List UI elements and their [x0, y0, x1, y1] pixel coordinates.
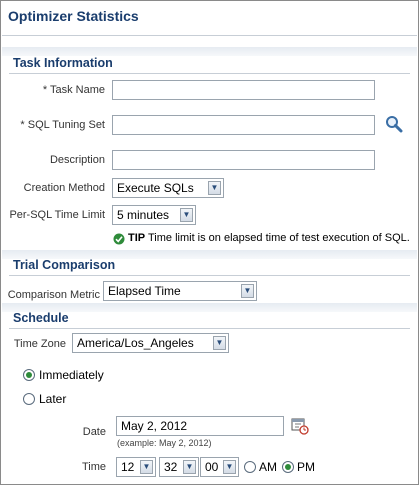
sql-tuning-set-label: * SQL Tuning Set — [20, 119, 105, 131]
comparison-metric-select[interactable]: Elapsed Time ▼ — [103, 281, 257, 301]
time-limit-value: 5 minutes — [117, 208, 170, 222]
immediately-label: Immediately — [39, 368, 104, 382]
chevron-down-icon: ▼ — [223, 460, 236, 474]
second-select[interactable]: 00 ▼ — [200, 457, 239, 477]
later-label: Later — [39, 392, 67, 406]
date-input[interactable] — [116, 416, 284, 436]
task-name-label-text: Task Name — [49, 84, 105, 96]
tip-label: TIP — [128, 232, 146, 244]
time-limit-label: Per-SQL Time Limit — [9, 209, 105, 221]
creation-method-value: Execute SQLs — [117, 181, 194, 195]
date-example-hint: (example: May 2, 2012) — [117, 438, 212, 448]
second-value: 00 — [205, 460, 219, 474]
task-name-input[interactable] — [112, 80, 375, 100]
search-icon[interactable] — [385, 115, 403, 138]
chevron-down-icon: ▼ — [180, 208, 193, 222]
section-title-schedule: Schedule — [13, 311, 69, 325]
sql-tuning-set-label-text: SQL Tuning Set — [27, 119, 105, 131]
time-zone-label: Time Zone — [13, 338, 66, 350]
chevron-down-icon: ▼ — [140, 460, 153, 474]
required-marker: * — [42, 84, 48, 96]
later-radio[interactable] — [23, 393, 35, 405]
calendar-icon[interactable] — [291, 417, 309, 440]
creation-method-label: Creation Method — [23, 182, 105, 194]
page-frame: Optimizer Statistics Task Information * … — [0, 0, 419, 485]
sql-tuning-set-input[interactable] — [112, 115, 375, 135]
chevron-down-icon: ▼ — [241, 284, 254, 298]
minute-select[interactable]: 32 ▼ — [159, 457, 199, 477]
section-title-task-information: Task Information — [13, 56, 113, 70]
tip-message: Time limit is on elapsed time of test ex… — [147, 232, 410, 244]
immediately-radio[interactable] — [23, 369, 35, 381]
page-title: Optimizer Statistics — [8, 8, 139, 24]
pm-radio[interactable] — [282, 461, 294, 473]
creation-method-select[interactable]: Execute SQLs ▼ — [112, 178, 224, 198]
date-label: Date — [82, 426, 106, 438]
section-divider — [9, 328, 410, 329]
section-divider — [9, 73, 410, 74]
section-divider — [9, 275, 410, 276]
pm-label: PM — [297, 460, 315, 474]
required-marker: * — [20, 119, 25, 131]
title-divider — [2, 35, 417, 36]
time-limit-select[interactable]: 5 minutes ▼ — [112, 205, 196, 225]
comparison-metric-value: Elapsed Time — [108, 284, 181, 298]
section-band — [2, 47, 417, 56]
time-zone-select[interactable]: America/Los_Angeles ▼ — [72, 333, 229, 353]
minute-value: 32 — [164, 460, 178, 474]
section-title-trial-comparison: Trial Comparison — [13, 258, 116, 272]
tip-text: TIP Time limit is on elapsed time of tes… — [128, 232, 410, 244]
tip-check-icon — [113, 232, 125, 250]
am-label: AM — [259, 460, 277, 474]
chevron-down-icon: ▼ — [208, 181, 221, 195]
description-input[interactable] — [112, 150, 375, 170]
description-label: Description — [49, 154, 105, 166]
hour-select[interactable]: 12 ▼ — [116, 457, 156, 477]
task-name-label: * Task Name — [43, 84, 105, 96]
comparison-metric-label: Comparison Metric — [7, 289, 100, 301]
chevron-down-icon: ▼ — [183, 460, 196, 474]
chevron-down-icon: ▼ — [213, 336, 226, 350]
hour-value: 12 — [121, 460, 135, 474]
time-label: Time — [81, 461, 106, 473]
am-radio[interactable] — [244, 461, 256, 473]
time-zone-value: America/Los_Angeles — [77, 336, 194, 350]
